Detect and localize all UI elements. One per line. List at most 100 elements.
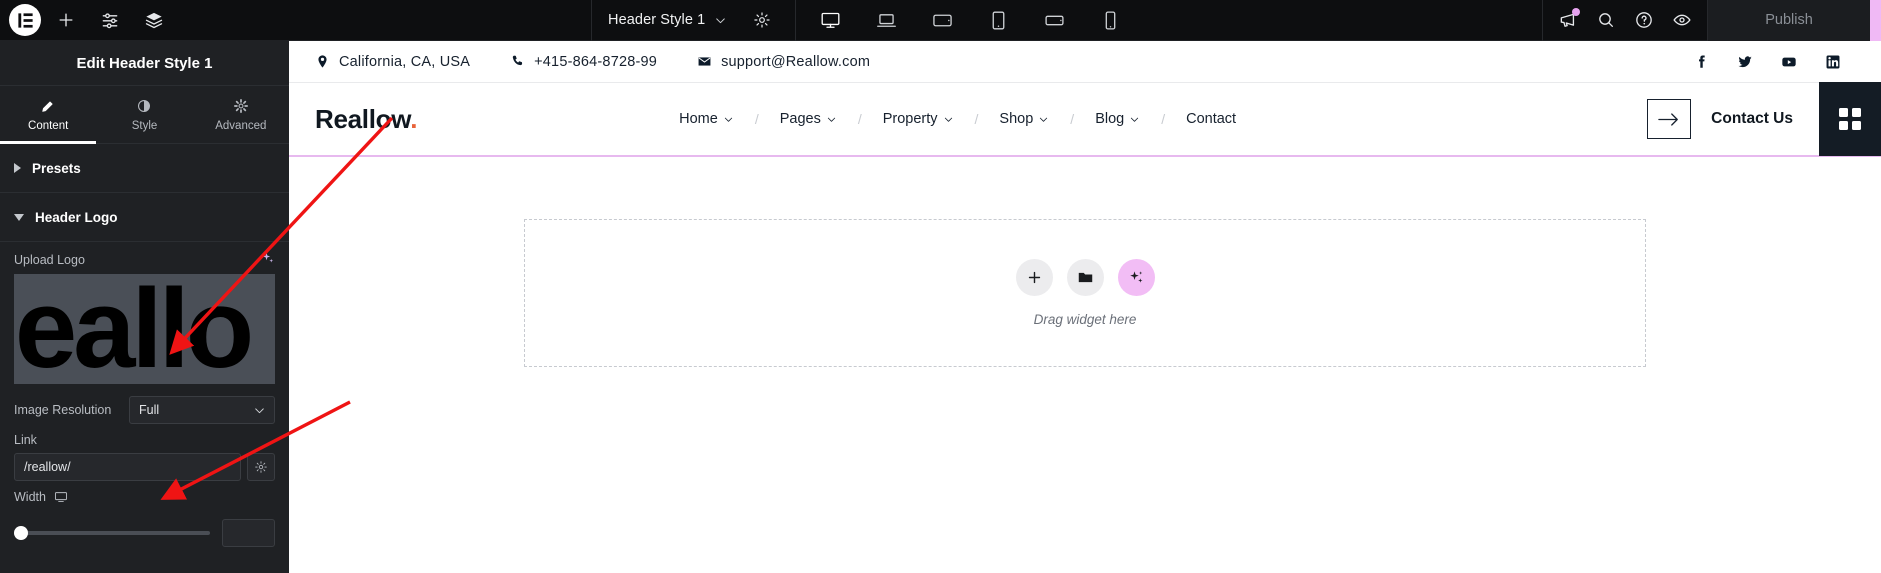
ai-sparkle-icon[interactable] bbox=[1117, 259, 1155, 296]
site-navigation: Home / Pages / Property / Shop / Blog / … bbox=[679, 111, 1236, 127]
nav-item-property[interactable]: Property bbox=[883, 111, 954, 127]
nav-item-blog[interactable]: Blog bbox=[1095, 111, 1140, 127]
device-tablet-portrait-icon[interactable] bbox=[970, 0, 1026, 41]
chevron-down-icon bbox=[1131, 117, 1139, 122]
site-email-text: support@Reallow.com bbox=[721, 53, 871, 70]
add-widget-plus-icon[interactable] bbox=[1015, 259, 1053, 296]
device-mobile-landscape-icon[interactable] bbox=[1026, 0, 1082, 41]
plus-icon[interactable] bbox=[47, 1, 85, 39]
site-email: support@Reallow.com bbox=[697, 54, 870, 70]
device-laptop-icon[interactable] bbox=[858, 0, 914, 41]
link-control: Link bbox=[0, 424, 289, 447]
device-desktop-icon[interactable] bbox=[802, 0, 858, 41]
tab-style-label: Style bbox=[131, 119, 158, 132]
chevron-down-icon bbox=[1040, 117, 1048, 122]
contact-us-link[interactable]: Contact Us bbox=[1711, 110, 1793, 128]
document-settings-gear-icon[interactable] bbox=[743, 1, 781, 39]
device-mobile-portrait-icon[interactable] bbox=[1082, 0, 1138, 41]
site-phone-text: +415-864-8728-99 bbox=[534, 53, 658, 70]
widget-dropzone[interactable]: Drag widget here bbox=[524, 219, 1646, 367]
contrast-circle-icon bbox=[138, 99, 151, 112]
panel-tabs: Content Style Advanced bbox=[0, 86, 289, 144]
link-input[interactable]: /reallow/ bbox=[14, 453, 241, 481]
section-presets[interactable]: Presets bbox=[0, 144, 289, 193]
grid-dots-glyph bbox=[1839, 108, 1861, 130]
top-bar-left-group bbox=[0, 0, 173, 40]
device-tablet-landscape-icon[interactable] bbox=[914, 0, 970, 41]
grid-four-dots-icon[interactable] bbox=[1819, 82, 1881, 156]
arrow-right-icon bbox=[1658, 112, 1679, 126]
width-number-input[interactable] bbox=[222, 519, 275, 547]
eye-icon[interactable] bbox=[1663, 1, 1701, 39]
site-cta-group: Contact Us bbox=[1647, 82, 1881, 156]
nav-item-pages[interactable]: Pages bbox=[780, 111, 837, 127]
dropzone-buttons bbox=[1015, 259, 1155, 296]
megaphone-icon[interactable] bbox=[1549, 1, 1587, 39]
page-title: Edit Header Style 1 bbox=[0, 41, 289, 86]
site-social-links bbox=[1693, 54, 1855, 70]
section-header-logo[interactable]: Header Logo bbox=[0, 193, 289, 242]
add-template-folder-icon[interactable] bbox=[1066, 259, 1104, 296]
link-value: /reallow/ bbox=[24, 460, 71, 474]
nav-item-home[interactable]: Home bbox=[679, 111, 734, 127]
width-control: Width bbox=[0, 481, 289, 504]
chevron-down-icon bbox=[724, 117, 732, 122]
dropzone-label: Drag widget here bbox=[1033, 312, 1137, 327]
document-name-dropdown[interactable]: Header Style 1 bbox=[591, 0, 739, 41]
site-phone: +415-864-8728-99 bbox=[510, 54, 657, 70]
twitter-icon[interactable] bbox=[1737, 54, 1753, 70]
editor-panel: Edit Header Style 1 Content Style Advanc… bbox=[0, 41, 289, 573]
link-label: Link bbox=[14, 433, 37, 447]
ai-sparkle-icon[interactable] bbox=[261, 251, 275, 268]
nav-item-contact[interactable]: Contact bbox=[1186, 111, 1236, 127]
nav-separator: / bbox=[1070, 111, 1075, 127]
chevron-right-icon bbox=[14, 163, 21, 173]
width-desktop-icon[interactable] bbox=[54, 490, 68, 504]
youtube-icon[interactable] bbox=[1781, 54, 1797, 70]
site-logo-text: Reallow bbox=[315, 103, 411, 134]
width-slider[interactable] bbox=[14, 526, 210, 540]
chevron-down-icon bbox=[255, 407, 264, 413]
top-bar-utility-icons bbox=[1542, 0, 1707, 41]
width-label-row: Width bbox=[14, 490, 275, 504]
site-logo[interactable]: Reallow. bbox=[315, 104, 417, 135]
linkedin-icon[interactable] bbox=[1825, 54, 1841, 70]
link-options-gear-icon[interactable] bbox=[247, 453, 275, 481]
question-circle-icon[interactable] bbox=[1625, 1, 1663, 39]
logo-preview-text: eallo bbox=[14, 274, 254, 384]
site-location: California, CA, USA bbox=[315, 54, 470, 70]
tab-advanced[interactable]: Advanced bbox=[193, 86, 289, 143]
image-resolution-control: Image Resolution Full bbox=[0, 384, 289, 424]
notification-badge bbox=[1572, 8, 1580, 16]
envelope-icon bbox=[698, 57, 711, 66]
device-preview-switcher bbox=[795, 0, 1144, 41]
facebook-icon[interactable] bbox=[1693, 54, 1709, 70]
width-label: Width bbox=[14, 490, 46, 504]
image-resolution-value: Full bbox=[139, 403, 160, 417]
chevron-down-icon bbox=[716, 17, 726, 23]
width-slider-handle[interactable] bbox=[14, 526, 28, 540]
nav-item-shop[interactable]: Shop bbox=[999, 111, 1049, 127]
map-pin-icon bbox=[318, 55, 327, 68]
nav-item-pages-label: Pages bbox=[779, 111, 821, 127]
link-label-row: Link bbox=[14, 433, 275, 447]
logo-preview-image[interactable]: eallo bbox=[14, 274, 275, 384]
editor-top-bar: Header Style 1 Publish bbox=[0, 0, 1881, 41]
image-resolution-label: Image Resolution bbox=[14, 403, 112, 417]
publish-button[interactable]: Publish bbox=[1707, 0, 1870, 41]
tab-style[interactable]: Style bbox=[96, 86, 192, 143]
tab-advanced-label: Advanced bbox=[215, 119, 267, 132]
image-resolution-select[interactable]: Full bbox=[129, 396, 275, 424]
tab-content[interactable]: Content bbox=[0, 86, 97, 144]
site-header: Reallow. Home / Pages / Property / Shop … bbox=[289, 82, 1881, 157]
nav-separator: / bbox=[857, 111, 862, 127]
elementor-logo-icon[interactable] bbox=[9, 4, 41, 36]
arrow-right-button[interactable] bbox=[1647, 99, 1692, 139]
upload-logo-label-row: Upload Logo bbox=[14, 251, 275, 268]
top-bar-right-group: Publish bbox=[1542, 0, 1881, 41]
sliders-icon[interactable] bbox=[91, 1, 129, 39]
site-top-bar: California, CA, USA +415-864-8728-99 sup… bbox=[289, 41, 1881, 83]
section-header-logo-label: Header Logo bbox=[35, 209, 118, 225]
layers-icon[interactable] bbox=[135, 1, 173, 39]
search-icon[interactable] bbox=[1587, 1, 1625, 39]
